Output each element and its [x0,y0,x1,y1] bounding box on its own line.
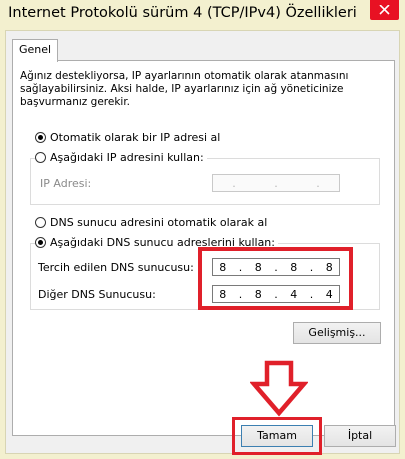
ok-highlight-box [232,417,322,455]
dialog-window: Internet Protokolü sürüm 4 (TCP/IPv4) Öz… [0,0,405,459]
dns-manual-radio[interactable] [35,237,46,248]
ip-auto-option[interactable]: Otomatik olarak bir IP adresi al [35,131,224,144]
ip-auto-radio[interactable] [35,132,46,143]
preferred-dns-label: Tercih edilen DNS sunucusu: [38,261,194,274]
window-title: Internet Protokolü sürüm 4 (TCP/IPv4) Öz… [8,5,357,21]
ip-dot-3: . [316,176,320,190]
ip-manual-label: Aşağıdaki IP adresini kullan: [50,151,204,164]
advanced-button[interactable]: Gelişmiş... [293,322,381,344]
down-arrow-icon [250,360,308,417]
title-bar[interactable]: Internet Protokolü sürüm 4 (TCP/IPv4) Öz… [0,0,405,30]
dns-highlight-box [198,247,353,310]
close-icon [379,5,390,15]
dns-auto-radio[interactable] [35,217,46,228]
close-button[interactable] [370,0,399,20]
cancel-button[interactable]: İptal [324,425,396,447]
alternate-dns-label: Diğer DNS Sunucusu: [38,288,156,301]
ip-auto-label: Otomatik olarak bir IP adresi al [50,131,221,144]
tab-genel[interactable]: Genel [12,39,59,62]
description-text: Ağınız destekliyorsa, IP ayarlarının oto… [20,70,349,108]
ip-dot-1: . [232,176,236,190]
ip-dot-2: . [274,176,278,190]
ip-manual-option[interactable]: Aşağıdaki IP adresini kullan: [35,151,207,164]
dns-auto-option[interactable]: DNS sunucu adresini otomatik olarak al [35,216,271,229]
dns-auto-label: DNS sunucu adresini otomatik olarak al [50,216,268,229]
ip-address-label: IP Adresi: [40,177,92,190]
ip-address-input[interactable]: . . . [212,174,340,192]
ip-manual-radio[interactable] [35,152,46,163]
